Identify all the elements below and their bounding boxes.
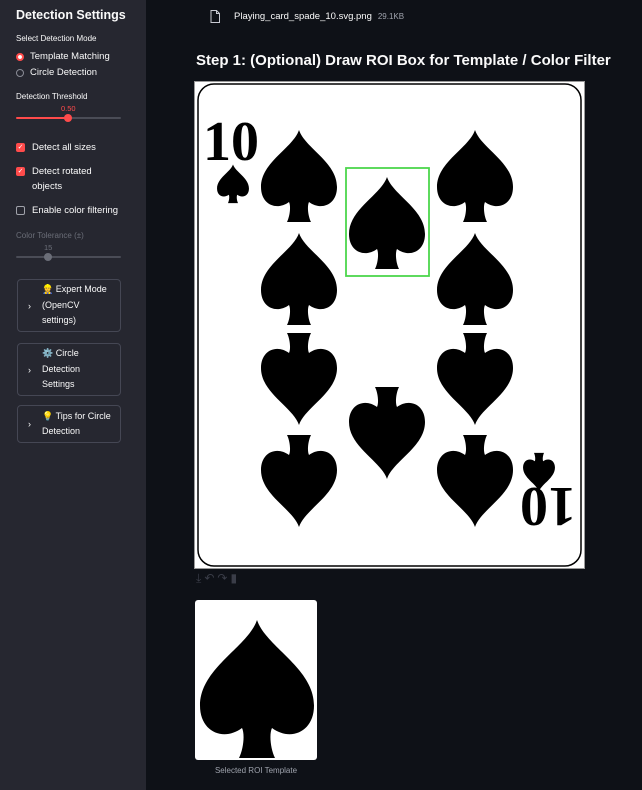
worker-icon: 👷 [42,284,54,295]
checkbox-label: Enable color filtering [32,205,119,216]
expander-label: ⚙️ Circle Detection Settings [42,348,81,390]
redo-icon[interactable]: ↷ [217,572,227,584]
step-title: Step 1: (Optional) Draw ROI Box for Temp… [196,52,611,69]
radio-label: Circle Detection [30,67,98,78]
sidebar: Detection Settings Select Detection Mode… [0,0,146,790]
threshold-slider-thumb[interactable] [64,114,72,122]
playing-card-image: 10 10 [197,83,582,567]
checkbox-checked: ✓ [16,143,25,152]
radio-selected-indicator [16,52,24,61]
chevron-right-icon: › [28,419,31,429]
detection-mode-label: Select Detection Mode [16,34,97,43]
color-tolerance-label: Color Tolerance (±) [16,231,84,240]
expander-label: 👷 Expert Mode (OpenCV settings) [42,284,107,326]
checkbox-detect-all-sizes[interactable]: ✓ Detect all sizes [16,140,96,155]
expander-circle-detection-settings[interactable]: › ⚙️ Circle Detection Settings [17,343,121,396]
expander-expert-mode[interactable]: › 👷 Expert Mode (OpenCV settings) [17,279,121,332]
undo-icon[interactable]: ↶ [204,572,214,584]
card-rank-top: 10 [203,111,259,173]
threshold-slider-fill [16,117,68,119]
file-size: 29.1KB [377,12,405,21]
color-tolerance-thumb[interactable] [44,253,52,261]
checkbox-unchecked [16,206,25,215]
canvas-toolbar: ⤓ ↶ ↷ ▮ [196,572,237,584]
expander-label: 💡 Tips for Circle Detection [42,410,111,437]
checkbox-label: Detect all sizes [32,142,96,153]
color-tolerance-slider[interactable] [16,256,121,258]
radio-circle-detection[interactable]: Circle Detection [16,67,97,78]
uploaded-file-row: Playing_card_spade_10.svg.png 29.1KB [210,10,404,23]
roi-template-caption: Selected ROI Template [214,766,298,775]
chevron-right-icon: › [28,364,31,375]
roi-drawing-canvas[interactable]: 10 10 [194,81,585,569]
file-icon [210,10,220,23]
lightbulb-icon: 💡 [42,410,54,421]
download-icon[interactable]: ⤓ [196,572,201,584]
threshold-label: Detection Threshold [16,92,88,101]
radio-unselected-indicator [16,68,24,77]
color-tolerance-value: 15 [44,243,53,252]
chevron-right-icon: › [28,300,31,311]
threshold-value: 0.50 [61,104,76,113]
file-name: Playing_card_spade_10.svg.png [234,11,372,22]
threshold-slider-track[interactable] [68,117,121,119]
checkbox-detect-rotated[interactable]: ✓ Detect rotated objects [16,164,116,194]
trash-icon[interactable]: ▮ [230,572,237,584]
roi-template-thumbnail [195,600,317,760]
checkbox-color-filtering[interactable]: Enable color filtering [16,203,118,218]
roi-template-spade-image [200,620,314,758]
checkbox-label: Detect rotated objects [32,166,92,192]
radio-template-matching[interactable]: Template Matching [16,51,110,62]
spade-template [200,620,314,758]
sidebar-title: Detection Settings [16,8,126,22]
checkbox-checked: ✓ [16,167,25,176]
radio-label: Template Matching [30,51,110,62]
main-content: Playing_card_spade_10.svg.png 29.1KB Ste… [146,0,642,790]
card-rank-bottom: 10 [520,475,576,537]
expander-tips-circle-detection[interactable]: › 💡 Tips for Circle Detection [17,405,121,443]
gear-icon: ⚙️ [42,348,54,359]
